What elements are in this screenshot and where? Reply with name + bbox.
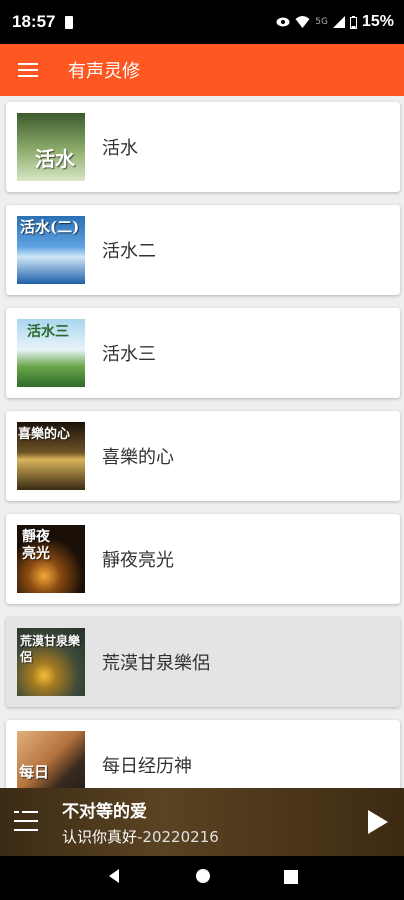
list-item[interactable]: 喜樂的心 喜樂的心 xyxy=(6,411,400,501)
album-cover-image: 每日 xyxy=(17,731,85,788)
eye-icon xyxy=(276,17,290,27)
system-nav-bar xyxy=(0,856,404,900)
now-playing-title: 不对等的爱 xyxy=(62,802,147,822)
album-cover-text: 每日 xyxy=(19,763,50,781)
list-item[interactable]: 活水 活水 xyxy=(6,102,400,192)
list-item[interactable]: 每日 每日经历神 xyxy=(6,720,400,788)
album-cover-text: 活水(二) xyxy=(20,218,80,236)
list-item[interactable]: 靜夜亮光 靜夜亮光 xyxy=(6,514,400,604)
album-title: 活水 xyxy=(102,138,138,159)
album-list[interactable]: 活水 活水 活水(二) 活水二 活水三 活水三 喜樂的心 喜樂的心 靜夜亮光 靜… xyxy=(0,96,404,788)
battery-icon xyxy=(349,15,357,29)
menu-button[interactable] xyxy=(0,44,56,96)
home-button[interactable] xyxy=(195,868,211,888)
back-icon xyxy=(109,869,120,883)
album-cover-image: 活水三 xyxy=(17,319,85,387)
recents-icon xyxy=(283,869,298,884)
album-title: 靜夜亮光 xyxy=(102,550,174,571)
app-bar: 有声灵修 xyxy=(0,44,404,96)
album-cover-image: 喜樂的心 xyxy=(17,422,85,490)
recents-button[interactable] xyxy=(283,869,298,888)
hamburger-icon xyxy=(18,63,38,77)
status-bar: 18:57 5G 15% xyxy=(0,0,404,44)
mini-player[interactable]: 不对等的爱 认识你真好-20220216 xyxy=(0,788,404,856)
album-cover-text: 活水三 xyxy=(27,324,69,340)
playlist-icon[interactable] xyxy=(14,810,38,836)
list-item[interactable]: 活水三 活水三 xyxy=(6,308,400,398)
album-cover-text: 活水 xyxy=(35,147,75,171)
album-cover-text: 喜樂的心 xyxy=(18,427,71,442)
list-item[interactable]: 活水(二) 活水二 xyxy=(6,205,400,295)
play-button[interactable] xyxy=(362,807,392,837)
album-cover-image: 靜夜亮光 xyxy=(17,525,85,593)
album-cover-image: 活水 xyxy=(17,113,85,181)
list-item[interactable]: 荒漠甘泉樂侶 荒漠甘泉樂侶 xyxy=(6,617,400,707)
album-title: 活水三 xyxy=(102,344,156,365)
album-title: 喜樂的心 xyxy=(102,447,174,468)
battery-level: 15% xyxy=(361,13,394,30)
back-button[interactable] xyxy=(106,868,122,888)
album-title: 荒漠甘泉樂侶 xyxy=(102,653,210,674)
album-title: 每日经历神 xyxy=(102,756,192,777)
now-playing-album: 认识你真好 xyxy=(62,828,138,846)
album-cover-text: 荒漠甘泉樂侶 xyxy=(20,634,81,664)
now-playing-date: -20220216 xyxy=(137,828,219,846)
status-time: 18:57 xyxy=(12,12,56,31)
home-icon xyxy=(195,869,210,883)
now-playing-subtitle: 认识你真好-20220216 xyxy=(62,826,219,847)
album-cover-text: 靜夜亮光 xyxy=(22,529,50,562)
sim-card-icon xyxy=(65,15,74,29)
album-title: 活水二 xyxy=(102,241,156,262)
wifi-icon xyxy=(295,16,310,28)
play-icon xyxy=(368,810,388,834)
signal-icon xyxy=(332,16,345,28)
app-title: 有声灵修 xyxy=(68,61,140,82)
network-type: 5G xyxy=(315,17,328,27)
album-cover-image: 荒漠甘泉樂侶 xyxy=(17,628,85,696)
album-cover-image: 活水(二) xyxy=(17,216,85,284)
